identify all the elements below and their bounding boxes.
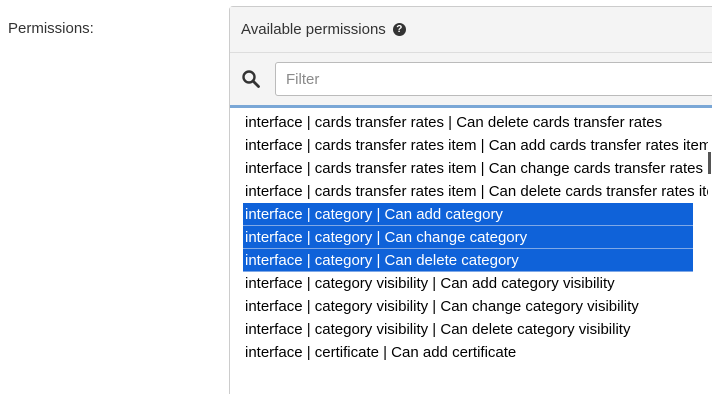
selector-title: Available permissions xyxy=(241,21,386,38)
scrollbar-thumb[interactable] xyxy=(708,152,711,174)
question-circle-icon[interactable]: ? xyxy=(392,23,406,36)
permission-option[interactable]: interface | cards transfer rates item | … xyxy=(243,180,708,203)
permissions-label: Permissions: xyxy=(8,20,94,37)
permission-option[interactable]: interface | category visibility | Can de… xyxy=(243,318,708,341)
available-permissions-selector: Available permissions ? interface | card… xyxy=(229,6,712,394)
search-icon xyxy=(242,70,260,88)
permission-option[interactable]: interface | category visibility | Can ch… xyxy=(243,295,708,318)
permissions-listbox[interactable]: interface | cards transfer rates | Can d… xyxy=(230,108,712,394)
permission-option[interactable]: interface | category | Can add category xyxy=(243,203,693,226)
filter-row xyxy=(230,53,712,108)
permission-option[interactable]: interface | category | Can delete catego… xyxy=(243,249,693,272)
permission-option[interactable]: interface | cards transfer rates | Can d… xyxy=(243,111,708,134)
permission-option[interactable]: interface | cards transfer rates item | … xyxy=(243,157,708,180)
permission-option[interactable]: interface | category visibility | Can ad… xyxy=(243,272,708,295)
permission-option[interactable]: interface | certificate | Can add certif… xyxy=(243,341,708,364)
filter-input[interactable] xyxy=(275,62,712,96)
permissions-field: Permissions: Available permissions ? int… xyxy=(0,0,712,394)
permission-option[interactable]: interface | category | Can change catego… xyxy=(243,226,693,249)
permission-option[interactable]: interface | cards transfer rates item | … xyxy=(243,134,708,157)
selector-header: Available permissions ? xyxy=(230,7,712,53)
